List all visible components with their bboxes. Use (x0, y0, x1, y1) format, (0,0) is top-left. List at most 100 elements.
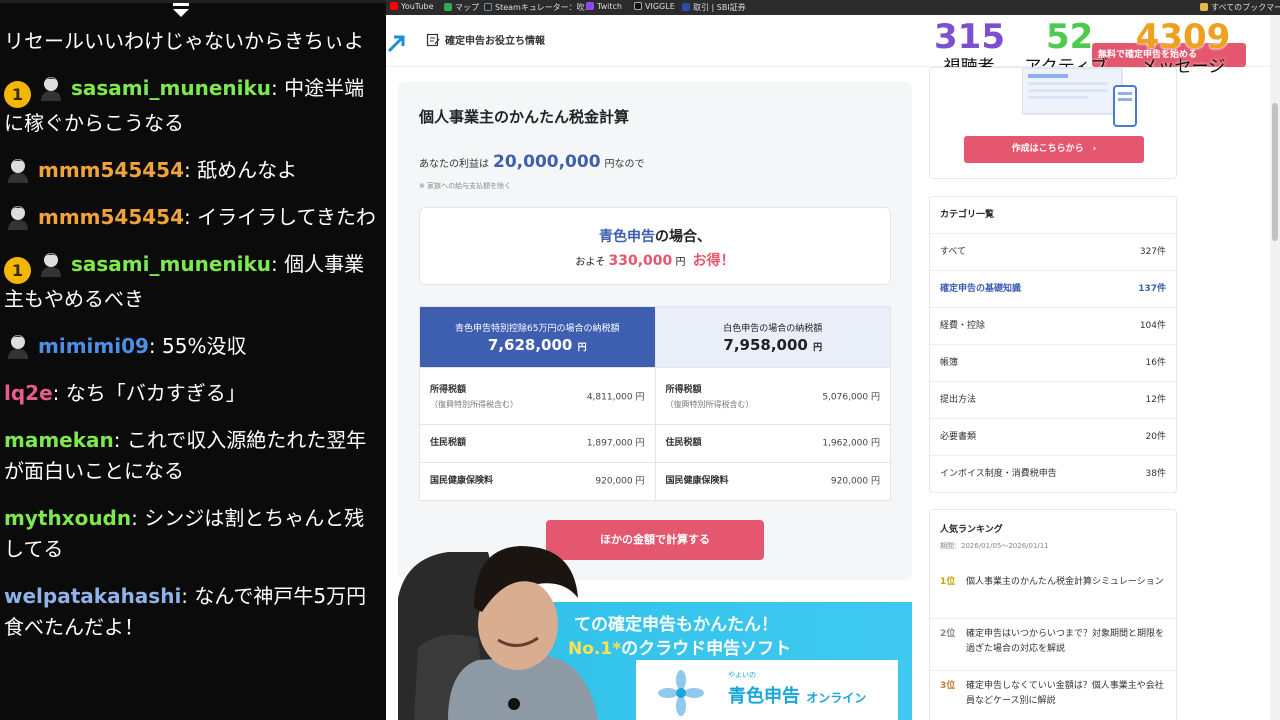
category-count: 38件 (1145, 469, 1166, 479)
ranking-position: 3位 (940, 681, 956, 691)
viewer-count-value: 315 (934, 17, 1005, 57)
category-count: 12件 (1145, 395, 1166, 405)
table-cell: 住民税額 1,897,000 円 (419, 424, 656, 463)
popular-ranking: 人気ランキング 期間：2026/01/05〜2026/01/11 1位 個人事業主… (929, 509, 1178, 720)
message-count-value: 4309 (1135, 17, 1231, 57)
chat-text: 舐めんなよ (197, 158, 298, 182)
bookmark-twitch[interactable]: Twitch (586, 2, 622, 11)
white-return-total: 7,958,000 (723, 335, 808, 354)
calculator-title: 個人事業主のかんたん税金計算 (419, 108, 630, 126)
user-avatar-icon (41, 77, 61, 101)
chat-message: welpatakahashi: なんで神戸牛5万円食べたんだよ！ (4, 584, 367, 639)
category-count: 16件 (1145, 358, 1166, 368)
chat-text: リセールいいわけじゃないからきちぃよ (4, 29, 364, 53)
chat-username[interactable]: lq2e (4, 381, 53, 405)
bookmark-viggle[interactable]: VIGGLE (634, 2, 675, 11)
webcam-overlay (398, 546, 598, 720)
chat-username[interactable]: sasami_muneniku (71, 252, 271, 276)
bookmark-all[interactable]: すべてのブックマーク (1200, 2, 1280, 13)
bookmark-maps[interactable]: マップ (444, 2, 479, 13)
chat-username[interactable]: mythxoudn (4, 506, 131, 530)
chat-username[interactable]: mamekan (4, 428, 114, 452)
category-list: カテゴリ一覧 すべて 327件 確定申告の基礎知識 137件 経費・控除 104件 帳簿 16… (929, 196, 1177, 493)
ranking-position: 1位 (940, 577, 956, 587)
category-item[interactable]: 必要書類 20件 (930, 419, 1176, 456)
chat-message: mimimi09: 55%没収 (4, 331, 378, 362)
savings-amount-line: およそ 330,000 円 お得！ (575, 253, 735, 269)
tax-info-link[interactable]: 確定申告お役立ち情報 (426, 32, 545, 47)
twitch-icon (586, 2, 594, 10)
chat-top-bar (0, 0, 386, 22)
savings-gain: お得！ (692, 253, 735, 269)
blue-return-header: 青色申告特別控除65万円の場合の納税額 7,628,000 円 (419, 306, 656, 368)
profit-line: あなたの利益は 20,000,000 円なので (419, 152, 645, 172)
category-item[interactable]: 確定申告の基礎知識 137件 (930, 271, 1176, 308)
table-cell: 住民税額 1,962,000 円 (654, 424, 891, 463)
chevron-down-icon[interactable] (168, 0, 194, 20)
create-here-button[interactable]: 作成はこちらから › (964, 136, 1144, 163)
tax-comparison-table: 青色申告特別控除65万円の場合の納税額 7,628,000 円 白色申告の場合の… (419, 306, 891, 501)
category-count: 137件 (1138, 284, 1166, 294)
logo-arrow-icon[interactable] (386, 32, 408, 54)
sub-badge-icon: 1 (4, 81, 31, 108)
bookmark-steam[interactable]: Steamキュレーター：吹... (484, 2, 592, 13)
category-item[interactable]: 経費・控除 104件 (930, 308, 1176, 345)
chat-message: mamekan: これで収入源絶たれた翌年が面白いことになる (4, 428, 367, 483)
category-item[interactable]: インボイス制度・消費税申告 38件 (930, 456, 1176, 493)
banner-product-card: やよいの 青色申告 オンライン (636, 660, 898, 720)
category-title: カテゴリ一覧 (930, 197, 1176, 234)
ranking-item[interactable]: 2位 確定申告はいつからいつまで？対象期間と期限を過ぎた場合の対応を解説 (930, 619, 1178, 671)
bookmarks-bar: YouTube マップ Steamキュレーター：吹... Twitch VIGG… (386, 0, 1280, 15)
savings-heading: 青色申告の場合、 (599, 229, 711, 245)
chat-message: lq2e: なち「バカすぎる」 (4, 381, 246, 405)
table-cell: 所得税額 （復興特別所得税含む） 4,811,000 円 (419, 367, 656, 425)
user-avatar-icon (8, 159, 28, 183)
map-icon (444, 3, 452, 11)
category-count: 327件 (1139, 247, 1166, 257)
page-scrollbar[interactable] (1270, 15, 1280, 720)
savings-amount: 330,000 (608, 253, 673, 269)
sub-badge-icon: 1 (4, 257, 31, 284)
laptop-phone-illustration (1022, 68, 1137, 127)
chat-username[interactable]: mimimi09 (38, 334, 149, 358)
ranking-period: 期間：2026/01/05〜2026/01/11 (940, 542, 1049, 550)
chat-username[interactable]: mmm545454 (38, 205, 184, 229)
active-count-value: 52 (1046, 17, 1094, 57)
folder-icon (1200, 3, 1208, 11)
viggle-icon (634, 2, 642, 10)
category-item[interactable]: 帳簿 16件 (930, 345, 1176, 382)
chat-panel: リセールいいわけじゃないからきちぃよ 1 sasami_muneniku: 中途半端… (0, 0, 386, 720)
youtube-icon (390, 2, 398, 10)
sbi-icon (682, 3, 690, 11)
ranking-item[interactable]: 3位 確定申告しなくていい金額は？個人事業主や会社員などケース別に解説 (930, 671, 1178, 720)
category-item[interactable]: 提出方法 12件 (930, 382, 1176, 419)
chat-username[interactable]: mmm545454 (38, 158, 184, 182)
bookmark-youtube[interactable]: YouTube (390, 2, 434, 11)
chat-username[interactable]: welpatakahashi (4, 584, 181, 608)
flower-logo-icon (658, 670, 704, 716)
tax-calculator-card: 個人事業主のかんたん税金計算 あなたの利益は 20,000,000 円なので ※ 家… (398, 82, 912, 580)
savings-box: 青色申告の場合、 およそ 330,000 円 お得！ (419, 207, 891, 285)
bookmark-sbi[interactable]: 取引 | SBI証券 (682, 2, 746, 13)
banner-product-name: 青色申告 オンライン (728, 686, 867, 707)
chat-username[interactable]: sasami_muneniku (71, 76, 271, 100)
user-avatar-icon (8, 335, 28, 359)
table-cell: 国民健康保険料 920,000 円 (419, 462, 656, 501)
chat-message: mmm545454: イライラしてきたわ (4, 202, 378, 233)
ranking-text: 確定申告はいつからいつまで？対象期間と期限を過ぎた場合の対応を解説 (966, 629, 1165, 654)
necklace-pendant (508, 698, 520, 710)
category-rows: すべて 327件 確定申告の基礎知識 137件 経費・控除 104件 帳簿 16件 提出方法 12… (930, 234, 1176, 493)
chat-message-list: リセールいいわけじゃないからきちぃよ 1 sasami_muneniku: 中途半端… (4, 26, 378, 659)
ranking-title: 人気ランキング (940, 525, 1003, 535)
table-cell: 所得税額 （復興特別所得税含む） 5,076,000 円 (654, 367, 891, 425)
profit-amount: 20,000,000 (493, 152, 601, 172)
steam-icon (484, 3, 492, 11)
category-item[interactable]: すべて 327件 (930, 234, 1176, 271)
chat-message: mythxoudn: シンジは割とちゃんと残してる (4, 506, 365, 561)
edit-icon (426, 33, 440, 47)
chat-message: mmm545454: 舐めんなよ (4, 155, 378, 186)
category-count: 104件 (1139, 321, 1166, 331)
scrollbar-thumb[interactable] (1272, 103, 1278, 241)
ranking-item[interactable]: 1位 個人事業主のかんたん税金計算シミュレーション (930, 567, 1178, 619)
chat-message: リセールいいわけじゃないからきちぃよ (4, 26, 378, 57)
